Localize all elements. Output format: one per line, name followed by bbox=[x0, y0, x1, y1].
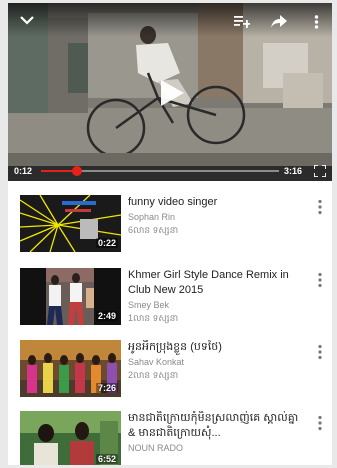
current-time: 0:12 bbox=[14, 166, 33, 176]
video-title[interactable]: funny video singer bbox=[128, 195, 308, 210]
channel-name: Sahav Konkat bbox=[128, 357, 185, 367]
channel-name: Smey Bek bbox=[128, 300, 170, 310]
view-count: 6លាន ទស្សនា bbox=[128, 225, 179, 235]
video-meta[interactable]: Khmer Girl Style Dance Remix in Club New… bbox=[128, 268, 308, 325]
more-vert-icon[interactable] bbox=[317, 415, 323, 431]
chevron-down-icon[interactable] bbox=[20, 15, 34, 25]
channel-name: Sophan Rin bbox=[128, 212, 176, 222]
video-duration: 6:52 bbox=[95, 454, 118, 464]
video-thumbnail[interactable]: 6:52 bbox=[20, 411, 121, 465]
video-title[interactable]: អូនអឹកប្រុងខ្លួន (បទថៃ) bbox=[128, 340, 308, 355]
view-count: 2លាន ទស្សនា bbox=[128, 370, 179, 380]
channel-name: NOUN RADO bbox=[128, 443, 184, 453]
list-item[interactable]: 7:26 អូនអឹកប្រុងខ្លួន (បទថៃ) Sahav Konka… bbox=[8, 326, 332, 397]
video-thumbnail[interactable]: 0:22 bbox=[20, 195, 121, 252]
video-meta[interactable]: មានជាតិក្រោយកុំមិនស្រលាញ់គេ ស្គាល់គ្នា &… bbox=[128, 411, 308, 455]
playlist-add-icon[interactable] bbox=[234, 15, 250, 28]
video-player[interactable]: 0:12 3:16 bbox=[8, 3, 332, 181]
fullscreen-icon[interactable] bbox=[314, 165, 326, 177]
list-item[interactable]: 0:22 funny video singer Sophan Rin 6លាន … bbox=[8, 181, 332, 252]
list-item[interactable]: 2:49 Khmer Girl Style Dance Remix in Clu… bbox=[8, 254, 332, 325]
video-thumbnail[interactable]: 2:49 bbox=[20, 268, 121, 325]
view-count: 1លាន ទស្សនា bbox=[128, 313, 179, 323]
play-icon[interactable] bbox=[158, 78, 186, 108]
app-frame: 0:12 3:16 0:22 funny video singer Sophan… bbox=[8, 3, 332, 465]
seek-bar[interactable] bbox=[41, 166, 279, 176]
list-item[interactable]: 6:52 មានជាតិក្រោយកុំមិនស្រលាញ់គេ ស្គាល់គ… bbox=[8, 397, 332, 465]
video-title[interactable]: មានជាតិក្រោយកុំមិនស្រលាញ់គេ ស្គាល់គ្នា &… bbox=[128, 411, 308, 441]
video-meta[interactable]: អូនអឹកប្រុងខ្លួន (បទថៃ) Sahav Konkat 2លា… bbox=[128, 340, 308, 382]
video-duration: 7:26 bbox=[95, 383, 118, 393]
total-duration: 3:16 bbox=[284, 166, 303, 176]
share-icon[interactable] bbox=[271, 15, 287, 28]
video-thumbnail[interactable]: 7:26 bbox=[20, 340, 121, 397]
video-duration: 0:22 bbox=[95, 238, 118, 248]
more-vert-icon[interactable] bbox=[317, 199, 323, 215]
seek-bar-thumb[interactable] bbox=[71, 166, 82, 176]
more-vert-icon[interactable] bbox=[314, 15, 319, 29]
video-title[interactable]: Khmer Girl Style Dance Remix in Club New… bbox=[128, 268, 308, 298]
video-meta[interactable]: funny video singer Sophan Rin 6លាន ទស្សន… bbox=[128, 195, 308, 237]
more-vert-icon[interactable] bbox=[317, 272, 323, 288]
related-videos-list: 0:22 funny video singer Sophan Rin 6លាន … bbox=[8, 181, 332, 465]
video-duration: 2:49 bbox=[95, 311, 118, 321]
more-vert-icon[interactable] bbox=[317, 344, 323, 360]
